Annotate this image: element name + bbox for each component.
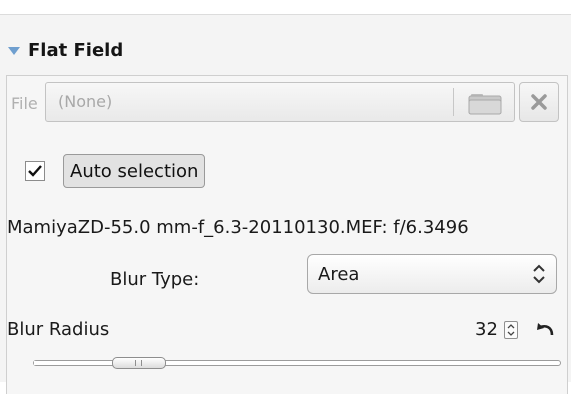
lens-info-text: MamiyaZD-55.0 mm-f_6.3-20110130.MEF: f/6… <box>7 217 469 238</box>
checkmark-icon <box>28 165 42 177</box>
clear-file-button[interactable] <box>519 82 559 122</box>
blur-radius-slider[interactable] <box>33 357 561 369</box>
flat-field-panel: Flat Field File (None) Auto selection Ma… <box>0 14 571 394</box>
auto-selection-label: Auto selection <box>70 160 199 182</box>
blur-type-select[interactable]: Area <box>307 254 557 294</box>
auto-selection-checkbox[interactable] <box>25 161 45 181</box>
spinner-arrows-icon <box>507 324 515 336</box>
close-icon <box>531 94 547 110</box>
updown-chevron-icon <box>533 264 545 284</box>
file-value: (None) <box>58 92 113 111</box>
flat-field-controls: File (None) Auto selection MamiyaZD-55.0… <box>6 75 568 394</box>
section-title: Flat Field <box>28 39 124 61</box>
blur-type-value: Area <box>318 264 360 285</box>
blur-type-label: Blur Type: <box>110 269 200 290</box>
blur-radius-label: Blur Radius <box>7 319 110 340</box>
file-label: File <box>11 94 38 113</box>
section-header[interactable]: Flat Field <box>8 35 123 65</box>
file-divider <box>453 88 454 116</box>
file-selector[interactable]: (None) <box>45 82 515 122</box>
folder-icon <box>468 94 502 115</box>
collapse-triangle-icon[interactable] <box>8 47 20 55</box>
browse-folder-button[interactable] <box>460 88 510 116</box>
undo-arrow-icon <box>537 323 554 336</box>
blur-radius-value: 32 <box>475 319 498 340</box>
handle-grip-line <box>135 360 137 366</box>
auto-selection-button[interactable]: Auto selection <box>63 154 206 188</box>
blur-radius-spinner[interactable] <box>504 321 518 339</box>
handle-grip-line <box>141 360 143 366</box>
slider-handle[interactable] <box>112 357 167 369</box>
reset-button[interactable] <box>534 319 556 341</box>
